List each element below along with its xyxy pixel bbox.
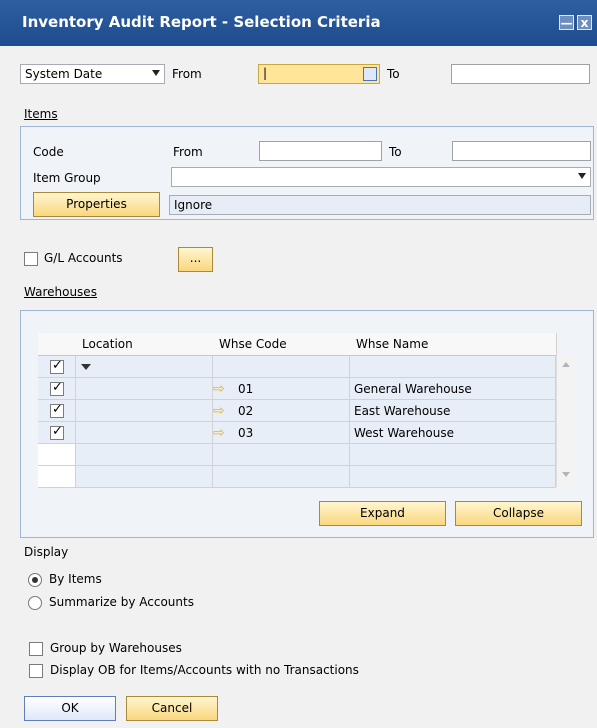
date-from-input[interactable]: |: [258, 64, 380, 84]
empty-whse-name-cell[interactable]: [350, 444, 556, 466]
item-group-label: Item Group: [33, 171, 101, 185]
whse-code-value: 01: [238, 382, 254, 396]
close-button[interactable]: x: [577, 15, 592, 30]
table-row-select[interactable]: [38, 422, 76, 444]
link-arrow-icon[interactable]: ⇨: [213, 425, 225, 441]
empty-whse-code-cell[interactable]: [213, 466, 350, 488]
location-column-label: Location: [82, 337, 133, 351]
whse-code-value: 03: [238, 426, 254, 440]
group-by-warehouses-checkbox[interactable]: [29, 642, 43, 656]
warehouse-grid: ⇨ 01 General Warehouse ⇨ 02 East Warehouse…: [38, 355, 556, 488]
window-title-bar: Inventory Audit Report - Selection Crite…: [0, 0, 597, 46]
row-checkbox[interactable]: [50, 402, 64, 418]
collapse-button[interactable]: Collapse: [455, 501, 582, 526]
properties-value: Ignore: [174, 198, 213, 212]
empty-row-select[interactable]: [38, 466, 76, 488]
text-cursor: |: [263, 66, 268, 80]
empty-location-cell[interactable]: [76, 444, 213, 466]
row-checkbox[interactable]: [50, 424, 64, 440]
whse-code-cell[interactable]: ⇨ 01: [213, 378, 350, 400]
gl-accounts-label: G/L Accounts: [44, 251, 123, 265]
expand-button[interactable]: Expand: [319, 501, 446, 526]
scroll-down-icon[interactable]: [562, 472, 570, 477]
link-arrow-icon[interactable]: ⇨: [213, 381, 225, 397]
items-group-box: Code From To Item Group Properties Ignor…: [20, 126, 594, 220]
whse-name-value: West Warehouse: [354, 426, 455, 440]
filter-location-cell[interactable]: [76, 356, 213, 378]
cancel-button[interactable]: Cancel: [126, 696, 218, 721]
summarize-accounts-label: Summarize by Accounts: [49, 595, 194, 609]
properties-value-field: Ignore: [169, 195, 591, 215]
ok-button[interactable]: OK: [24, 696, 116, 721]
empty-whse-name-cell[interactable]: [350, 466, 556, 488]
warehouses-group-box: Location Whse Code Whse Name ⇨ 01 General…: [20, 310, 594, 538]
filter-whse-code-cell[interactable]: [213, 356, 350, 378]
whse-code-value: 02: [238, 404, 254, 418]
date-to-input[interactable]: [451, 64, 590, 84]
group-by-warehouses-label: Group by Warehouses: [50, 641, 182, 655]
scroll-up-icon[interactable]: [562, 362, 570, 367]
link-arrow-icon[interactable]: ⇨: [213, 403, 225, 419]
date-type-select[interactable]: System Date: [20, 64, 165, 84]
whse-name-value: General Warehouse: [354, 382, 472, 396]
chevron-down-icon: [152, 70, 160, 76]
whse-code-column-label: Whse Code: [219, 337, 287, 351]
warehouses-section-label: Warehouses: [24, 285, 97, 299]
window-title: Inventory Audit Report - Selection Crite…: [22, 13, 381, 31]
whse-name-value: East Warehouse: [354, 404, 451, 418]
selection-form: System Date From | To Items Code From To…: [0, 46, 597, 728]
code-to-label: To: [389, 145, 402, 159]
date-type-value: System Date: [25, 67, 103, 81]
calendar-icon[interactable]: [363, 67, 377, 81]
display-label: Display: [24, 545, 69, 559]
location-cell[interactable]: [76, 378, 213, 400]
chevron-down-icon: [578, 173, 586, 179]
whse-code-cell[interactable]: ⇨ 03: [213, 422, 350, 444]
filter-dropdown-icon[interactable]: [81, 364, 91, 370]
date-to-label: To: [387, 67, 400, 81]
filter-whse-name-cell[interactable]: [350, 356, 556, 378]
by-items-label: By Items: [49, 572, 102, 586]
whse-name-column-label: Whse Name: [356, 337, 429, 351]
empty-whse-code-cell[interactable]: [213, 444, 350, 466]
items-section-label: Items: [24, 107, 58, 121]
display-ob-checkbox[interactable]: [29, 664, 43, 678]
display-ob-label: Display OB for Items/Accounts with no Tr…: [50, 663, 359, 677]
select-all-checkbox[interactable]: [50, 358, 64, 374]
grid-header-whse-code[interactable]: Whse Code: [213, 333, 351, 355]
item-group-select[interactable]: [171, 167, 591, 187]
table-row-select[interactable]: [38, 378, 76, 400]
gl-accounts-checkbox[interactable]: [24, 252, 38, 266]
whse-name-cell[interactable]: East Warehouse: [350, 400, 556, 422]
location-cell[interactable]: [76, 400, 213, 422]
code-to-input[interactable]: [452, 141, 591, 161]
whse-name-cell[interactable]: West Warehouse: [350, 422, 556, 444]
gl-accounts-browse-button[interactable]: ...: [178, 247, 213, 272]
code-from-label: From: [173, 145, 203, 159]
empty-location-cell[interactable]: [76, 466, 213, 488]
location-cell[interactable]: [76, 422, 213, 444]
empty-row-select[interactable]: [38, 444, 76, 466]
row-checkbox[interactable]: [50, 380, 64, 396]
minimize-icon: —: [560, 16, 573, 30]
minimize-button[interactable]: —: [559, 15, 574, 30]
date-from-label: From: [172, 67, 202, 81]
code-from-input[interactable]: [259, 141, 382, 161]
whse-name-cell[interactable]: General Warehouse: [350, 378, 556, 400]
filter-row-select[interactable]: [38, 356, 76, 378]
summarize-accounts-radio[interactable]: [28, 596, 42, 610]
code-label: Code: [33, 145, 64, 159]
properties-button[interactable]: Properties: [33, 192, 160, 217]
whse-code-cell[interactable]: ⇨ 02: [213, 400, 350, 422]
grid-header-checkbox: [38, 333, 77, 355]
grid-header-whse-name[interactable]: Whse Name: [350, 333, 557, 355]
grid-scrollbar[interactable]: [556, 355, 575, 487]
table-row-select[interactable]: [38, 400, 76, 422]
grid-header-location[interactable]: Location: [76, 333, 214, 355]
close-icon: x: [580, 16, 589, 30]
by-items-radio[interactable]: [28, 573, 42, 587]
